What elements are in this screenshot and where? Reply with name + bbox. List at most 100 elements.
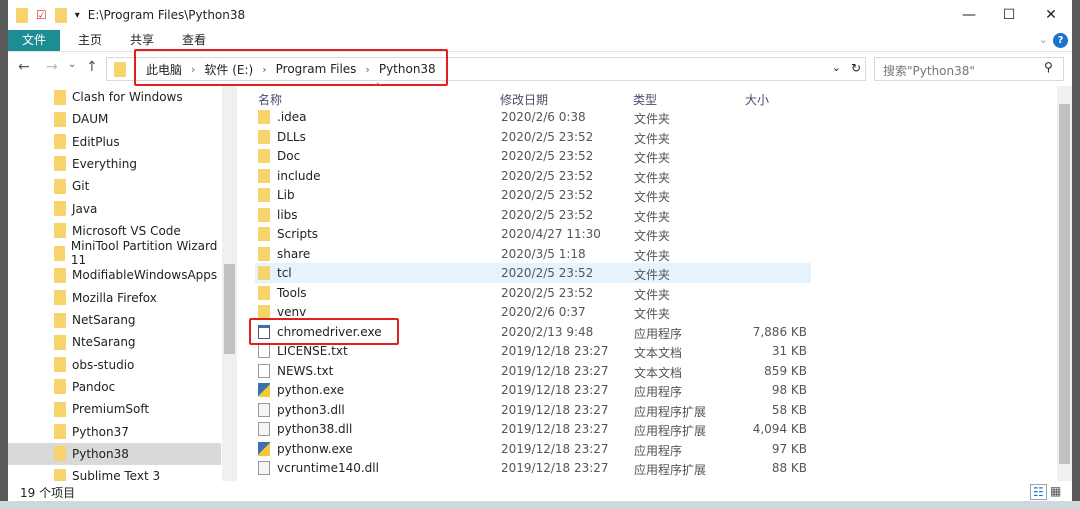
folder-icon bbox=[54, 446, 66, 462]
file-row[interactable]: Doc 2020/2/5 23:52 文件夹 bbox=[255, 146, 811, 166]
navigation-pane-scrollbar[interactable] bbox=[222, 86, 237, 481]
nav-item-python38[interactable]: Python38 bbox=[8, 442, 221, 465]
search-input[interactable]: 搜索"Python38" bbox=[874, 57, 1064, 81]
nav-item-label: Java bbox=[72, 201, 98, 216]
tab-share[interactable]: 共享 bbox=[116, 30, 168, 51]
file-row[interactable]: tcl 2020/2/5 23:52 文件夹 bbox=[255, 263, 811, 283]
file-row[interactable]: Lib 2020/2/5 23:52 文件夹 bbox=[255, 185, 811, 205]
nav-item-label: NetSarang bbox=[72, 313, 136, 327]
nav-item-java[interactable]: Java bbox=[8, 198, 221, 220]
column-header-size[interactable]: 大小 bbox=[745, 91, 769, 108]
file-type: 文件夹 bbox=[634, 112, 671, 126]
nav-item-minitool-partition-wizard-11[interactable]: MiniTool Partition Wizard 11 bbox=[8, 239, 221, 267]
file-row[interactable]: DLLs 2020/2/5 23:52 文件夹 bbox=[255, 127, 811, 147]
nav-item-label: obs-studio bbox=[72, 357, 135, 372]
file-name: LICENSE.txt bbox=[277, 344, 348, 358]
file-row[interactable]: pythonw.exe 2019/12/18 23:27 应用程序 97 KB bbox=[255, 439, 811, 459]
tab-file[interactable]: 文件 bbox=[8, 30, 60, 51]
file-type: 文件夹 bbox=[634, 151, 671, 165]
file-row[interactable]: python.exe 2019/12/18 23:27 应用程序 98 KB bbox=[255, 380, 811, 400]
status-item-count: 19 个项目 bbox=[20, 486, 76, 500]
nav-item-obs-studio[interactable]: obs-studio bbox=[8, 354, 221, 376]
file-date: 2020/2/5 23:52 bbox=[501, 207, 594, 222]
folder-icon bbox=[54, 401, 66, 417]
tab-home[interactable]: 主页 bbox=[64, 30, 116, 51]
column-header-date[interactable]: 修改日期 bbox=[500, 91, 548, 108]
nav-item-premiumsoft[interactable]: PremiumSoft bbox=[8, 398, 221, 420]
nav-item-mozilla-firefox[interactable]: Mozilla Firefox bbox=[8, 287, 221, 309]
file-row[interactable]: python38.dll 2019/12/18 23:27 应用程序扩展 4,094 … bbox=[255, 419, 811, 439]
refresh-button[interactable]: ↻ bbox=[851, 61, 861, 75]
folder-icon bbox=[16, 7, 28, 23]
recent-locations-button[interactable]: ⌄ bbox=[68, 59, 76, 70]
file-list-scrollbar[interactable] bbox=[1057, 86, 1072, 481]
folder-icon bbox=[54, 379, 66, 395]
help-icon[interactable]: ? bbox=[1053, 33, 1068, 48]
file-date: 2020/2/6 0:37 bbox=[501, 305, 586, 319]
maximize-button[interactable]: ☐ bbox=[986, 0, 1032, 30]
forward-button[interactable]: → bbox=[46, 59, 58, 75]
folder-icon bbox=[258, 149, 270, 163]
nav-item-everything[interactable]: Everything bbox=[8, 153, 221, 175]
new-folder-icon[interactable] bbox=[54, 7, 67, 23]
file-name: NEWS.txt bbox=[277, 363, 334, 378]
folder-icon bbox=[258, 227, 270, 241]
file-row[interactable]: Tools 2020/2/5 23:52 文件夹 bbox=[255, 283, 811, 303]
file-date: 2020/2/5 23:52 bbox=[501, 285, 594, 300]
expand-ribbon-icon[interactable]: ⌄ bbox=[1039, 33, 1048, 46]
file-size: 58 KB bbox=[771, 402, 807, 417]
column-header-name[interactable]: 名称 bbox=[258, 91, 282, 108]
nav-item-editplus[interactable]: EditPlus bbox=[8, 131, 221, 153]
file-row[interactable]: python3.dll 2019/12/18 23:27 应用程序扩展 58 KB bbox=[255, 400, 811, 420]
large-icons-view-button[interactable]: ▦ bbox=[1050, 484, 1061, 498]
file-row[interactable]: libs 2020/2/5 23:52 文件夹 bbox=[255, 205, 811, 225]
file-date: 2019/12/18 23:27 bbox=[501, 461, 609, 475]
file-row[interactable]: share 2020/3/5 1:18 文件夹 bbox=[255, 244, 811, 264]
file-name: DLLs bbox=[277, 129, 306, 144]
nav-item-git[interactable]: Git bbox=[8, 175, 221, 197]
file-row[interactable]: .idea 2020/2/6 0:38 文件夹 bbox=[255, 107, 811, 127]
tab-view[interactable]: 查看 bbox=[168, 30, 220, 51]
file-name: share bbox=[277, 246, 311, 261]
folder-icon bbox=[54, 312, 66, 328]
folder-icon bbox=[258, 266, 270, 280]
up-button[interactable]: ↑ bbox=[86, 59, 98, 75]
folder-icon bbox=[54, 424, 66, 439]
close-button[interactable]: ✕ bbox=[1028, 0, 1074, 30]
nav-item-label: Python37 bbox=[72, 424, 129, 439]
nav-item-clash-for-windows[interactable]: Clash for Windows bbox=[8, 86, 221, 108]
file-row[interactable]: include 2020/2/5 23:52 文件夹 bbox=[255, 166, 811, 186]
details-view-button[interactable]: ☷ bbox=[1030, 484, 1047, 500]
file-date: 2020/2/5 23:52 bbox=[501, 266, 594, 280]
nav-item-ntesarang[interactable]: NteSarang bbox=[8, 331, 221, 353]
folder-icon bbox=[54, 89, 66, 105]
file-name: Scripts bbox=[277, 227, 319, 241]
file-name: libs bbox=[277, 207, 298, 222]
nav-item-python37[interactable]: Python37 bbox=[8, 421, 221, 443]
file-name: include bbox=[277, 168, 321, 183]
folder-icon bbox=[54, 111, 66, 127]
back-button[interactable]: ← bbox=[18, 59, 30, 75]
file-date: 2020/2/5 23:52 bbox=[501, 149, 594, 163]
column-header-type[interactable]: 类型 bbox=[633, 91, 657, 108]
file-row[interactable]: Scripts 2020/4/27 11:30 文件夹 bbox=[255, 224, 811, 244]
navigation-bar: ← → ⌄ ↑ 此电脑 › 软件 (E:) › Program Files › Pyt… bbox=[8, 49, 1072, 86]
py-icon bbox=[258, 441, 270, 456]
nav-item-netsarang[interactable]: NetSarang bbox=[8, 309, 221, 331]
file-row[interactable]: NEWS.txt 2019/12/18 23:27 文本文档 859 KB bbox=[255, 361, 811, 381]
txt-icon bbox=[258, 363, 270, 378]
quick-access-dropdown-icon[interactable]: ▾ bbox=[75, 10, 80, 21]
nav-item-daum[interactable]: DAUM bbox=[8, 108, 221, 130]
file-date: 2019/12/18 23:27 bbox=[501, 402, 609, 417]
properties-icon[interactable]: ☑ bbox=[36, 8, 47, 22]
folder-icon bbox=[258, 129, 270, 144]
nav-item-sublime-text-3[interactable]: Sublime Text 3 bbox=[8, 465, 221, 481]
nav-item-pandoc[interactable]: Pandoc bbox=[8, 376, 221, 398]
address-dropdown-icon[interactable]: ⌄ bbox=[832, 61, 841, 74]
file-type: 文件夹 bbox=[634, 131, 671, 146]
folder-icon bbox=[258, 110, 270, 124]
file-type: 文件夹 bbox=[634, 190, 671, 204]
file-name: pythonw.exe bbox=[277, 441, 353, 456]
nav-item-modifiablewindowsapps[interactable]: ModifiableWindowsApps bbox=[8, 264, 221, 286]
file-row[interactable]: vcruntime140.dll 2019/12/18 23:27 应用程序扩展 88… bbox=[255, 458, 811, 478]
